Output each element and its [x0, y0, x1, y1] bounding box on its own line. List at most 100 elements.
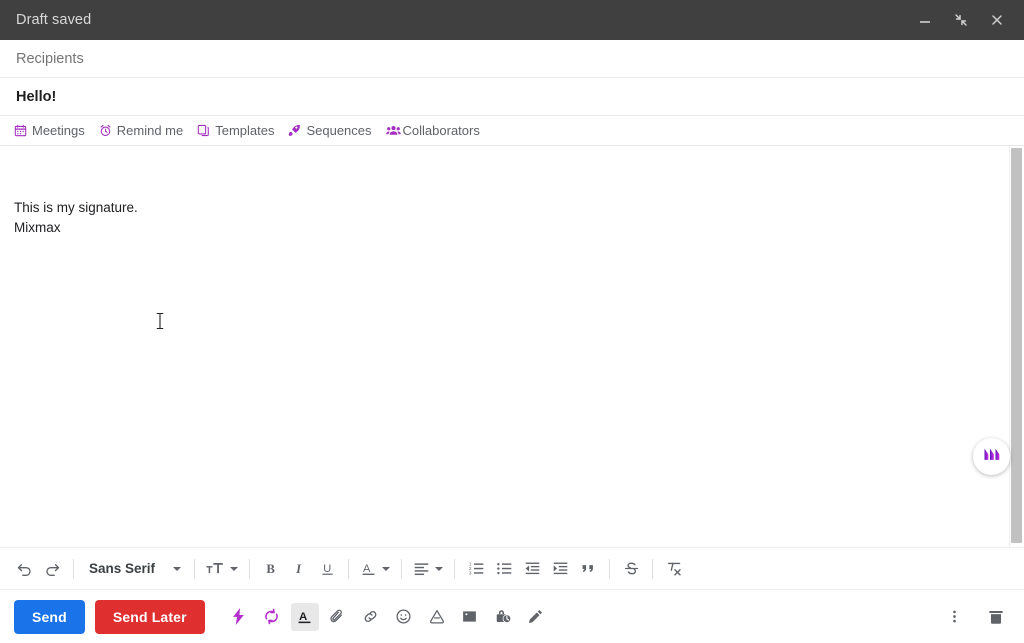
- alarm-clock-icon: [99, 124, 112, 137]
- insert-link-button[interactable]: [357, 603, 385, 631]
- pen-icon: [527, 608, 544, 625]
- mixmax-templates-button[interactable]: Templates: [197, 123, 274, 138]
- compose-tool-icons: A: [225, 602, 550, 631]
- numbered-list-button[interactable]: 1 2 3: [462, 555, 490, 583]
- undo-button[interactable]: [10, 555, 38, 583]
- templates-icon: [197, 124, 210, 137]
- mixmax-remind-me-button[interactable]: Remind me: [99, 123, 183, 138]
- italic-button[interactable]: I: [285, 555, 313, 583]
- lock-clock-icon: [494, 608, 512, 625]
- attach-file-button[interactable]: [324, 603, 352, 631]
- image-icon: [461, 608, 478, 625]
- chevron-down-icon: [435, 566, 444, 571]
- exit-fullscreen-button[interactable]: [950, 9, 972, 31]
- google-drive-icon: [428, 608, 446, 625]
- message-body-area[interactable]: This is my signature. Mixmax: [0, 146, 1024, 547]
- compose-right-actions: [940, 603, 1010, 631]
- mixmax-floating-button[interactable]: [973, 438, 1010, 475]
- mixmax-templates-label: Templates: [215, 123, 275, 138]
- mixmax-logo-icon: [982, 444, 1002, 469]
- remove-formatting-button[interactable]: [660, 555, 688, 583]
- svg-text:U: U: [323, 563, 331, 575]
- subject-input[interactable]: Hello!: [16, 89, 56, 105]
- toolbar-divider: [249, 558, 251, 579]
- link-icon: [362, 608, 379, 625]
- paperclip-icon: [329, 608, 346, 625]
- compose-window: Draft saved Recipients Hello! Meetings R…: [0, 0, 1024, 643]
- bold-button[interactable]: B: [257, 555, 285, 583]
- mixmax-sequences-label: Sequences: [306, 123, 372, 138]
- subject-row[interactable]: Hello!: [0, 78, 1024, 116]
- toolbar-divider: [348, 558, 350, 579]
- underline-button[interactable]: U: [313, 555, 341, 583]
- font-size-icon: [206, 560, 225, 577]
- signature-line-1: This is my signature.: [14, 200, 138, 215]
- compose-action-bar: Send Send Later A: [0, 589, 1024, 643]
- recipients-row[interactable]: Recipients: [0, 40, 1024, 78]
- more-vertical-icon: [946, 608, 963, 625]
- send-button[interactable]: Send: [14, 599, 85, 634]
- svg-text:A: A: [299, 611, 307, 623]
- more-options-button[interactable]: [940, 603, 968, 631]
- insert-signature-button[interactable]: [522, 603, 550, 631]
- chevron-down-icon: [173, 566, 182, 571]
- bulleted-list-button[interactable]: [490, 555, 518, 583]
- send-later-button[interactable]: Send Later: [94, 599, 205, 634]
- font-family-picker[interactable]: Sans Serif: [81, 561, 187, 576]
- minimize-button[interactable]: [914, 9, 936, 31]
- text-format-icon: A: [296, 608, 313, 625]
- text-ibeam-cursor: [154, 311, 166, 331]
- svg-text:A: A: [363, 563, 371, 575]
- insert-photo-button[interactable]: [456, 603, 484, 631]
- indent-less-button[interactable]: [518, 555, 546, 583]
- font-family-label: Sans Serif: [89, 561, 156, 576]
- insert-drive-button[interactable]: [423, 603, 451, 631]
- rocket-icon: [288, 124, 301, 137]
- mixmax-instant-button[interactable]: [225, 603, 253, 631]
- mixmax-action-strip: Meetings Remind me Templates Sequences C…: [0, 116, 1024, 146]
- toolbar-divider: [73, 558, 74, 579]
- body-scrollbar-thumb[interactable]: [1011, 148, 1022, 543]
- emoji-icon: [395, 608, 412, 625]
- toolbar-divider: [401, 558, 403, 579]
- recipients-input[interactable]: Recipients: [16, 51, 84, 67]
- strikethrough-button[interactable]: [617, 555, 645, 583]
- redo-button[interactable]: [38, 555, 66, 583]
- text-color-icon: A: [360, 560, 377, 577]
- body-scrollbar-track[interactable]: [1009, 146, 1024, 547]
- toolbar-divider: [194, 558, 196, 579]
- text-color-button[interactable]: A: [356, 555, 394, 583]
- toolbar-divider: [454, 558, 456, 579]
- lightning-bolt-icon: [231, 608, 246, 625]
- indent-more-button[interactable]: [546, 555, 574, 583]
- align-button[interactable]: [409, 555, 447, 583]
- quote-button[interactable]: [574, 555, 602, 583]
- close-button[interactable]: [986, 9, 1008, 31]
- mixmax-collaborators-label: Collaborators: [402, 123, 480, 138]
- confidential-mode-button[interactable]: [489, 603, 517, 631]
- people-group-icon: [385, 124, 401, 137]
- sync-arrows-icon: [263, 608, 280, 625]
- window-controls: [914, 9, 1012, 31]
- svg-text:I: I: [295, 562, 302, 576]
- formatting-options-button[interactable]: A: [290, 602, 319, 631]
- chevron-down-icon: [382, 566, 391, 571]
- trash-icon: [987, 608, 1005, 626]
- mixmax-meetings-label: Meetings: [32, 123, 85, 138]
- draft-status-text: Draft saved: [16, 12, 92, 28]
- mixmax-collaborators-button[interactable]: Collaborators: [385, 123, 480, 138]
- mixmax-meetings-button[interactable]: Meetings: [14, 123, 85, 138]
- toolbar-divider: [652, 558, 654, 579]
- svg-text:B: B: [266, 562, 275, 576]
- svg-text:3: 3: [468, 570, 471, 575]
- mixmax-remind-me-label: Remind me: [116, 123, 184, 138]
- mixmax-sequences-button[interactable]: Sequences: [288, 123, 372, 138]
- discard-draft-button[interactable]: [982, 603, 1010, 631]
- message-body-content[interactable]: This is my signature. Mixmax: [0, 146, 1024, 238]
- calendar-icon: [14, 124, 27, 137]
- mixmax-sync-button[interactable]: [258, 603, 286, 631]
- font-size-button[interactable]: [202, 555, 242, 583]
- insert-emoji-button[interactable]: [390, 603, 418, 631]
- compose-title-bar: Draft saved: [0, 0, 1024, 40]
- toolbar-divider: [609, 558, 611, 579]
